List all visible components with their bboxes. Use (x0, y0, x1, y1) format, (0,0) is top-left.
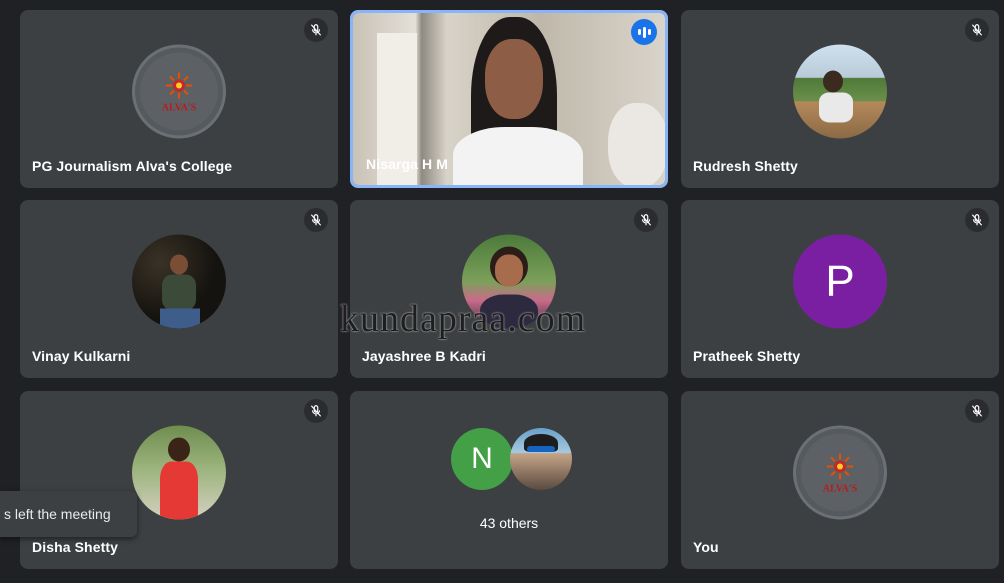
participant-tile-pratheek[interactable]: P Pratheek Shetty (681, 200, 999, 378)
college-logo-avatar: ALVA'S (793, 425, 887, 520)
mic-off-icon (634, 208, 658, 232)
mic-off-icon (304, 18, 328, 42)
participant-name: You (693, 539, 719, 555)
profile-photo-avatar (132, 425, 226, 520)
logo-text: ALVA'S (822, 482, 858, 494)
participant-name: Rudresh Shetty (693, 158, 798, 174)
person-figure (453, 17, 583, 185)
speaking-indicator-icon (631, 19, 657, 45)
letter-avatar: N (451, 428, 513, 490)
participant-tile-jayashree[interactable]: Jayashree B Kadri (350, 200, 668, 378)
profile-photo-avatar (510, 428, 572, 490)
participant-name: PG Journalism Alva's College (32, 158, 233, 174)
participant-tile-others[interactable]: N 43 others (350, 391, 668, 569)
plush-toy (608, 103, 665, 185)
participant-tile-nisarga[interactable]: Nisarga H M (350, 10, 668, 188)
logo-text: ALVA'S (161, 101, 197, 113)
profile-photo-avatar (132, 234, 226, 329)
participant-name: Jayashree B Kadri (362, 348, 486, 364)
participant-name: Disha Shetty (32, 539, 118, 555)
participant-tile-pg-journalism[interactable]: ALVA'S PG Journalism Alva's College (20, 10, 338, 188)
sun-emblem-icon (166, 71, 192, 98)
mic-off-icon (965, 18, 989, 42)
sun-emblem-icon (827, 452, 853, 479)
others-count-label: 43 others (479, 515, 539, 531)
left-meeting-toast: s left the meeting (0, 491, 137, 537)
participant-name: Pratheek Shetty (693, 348, 801, 364)
participant-tile-you[interactable]: ALVA'S You (681, 391, 999, 569)
participant-tile-rudresh[interactable]: Rudresh Shetty (681, 10, 999, 188)
profile-photo-avatar (462, 234, 556, 329)
profile-photo-avatar (793, 44, 887, 139)
letter-avatar: P (793, 234, 887, 329)
mic-off-icon (304, 399, 328, 423)
participant-tile-vinay[interactable]: Vinay Kulkarni (20, 200, 338, 378)
college-logo-avatar: ALVA'S (132, 44, 226, 139)
participant-name: Nisarga H M (366, 156, 449, 172)
mic-off-icon (304, 208, 328, 232)
mic-off-icon (965, 208, 989, 232)
participant-name: Vinay Kulkarni (32, 348, 131, 364)
mic-off-icon (965, 399, 989, 423)
participant-tile-disha[interactable]: Disha Shetty (20, 391, 338, 569)
